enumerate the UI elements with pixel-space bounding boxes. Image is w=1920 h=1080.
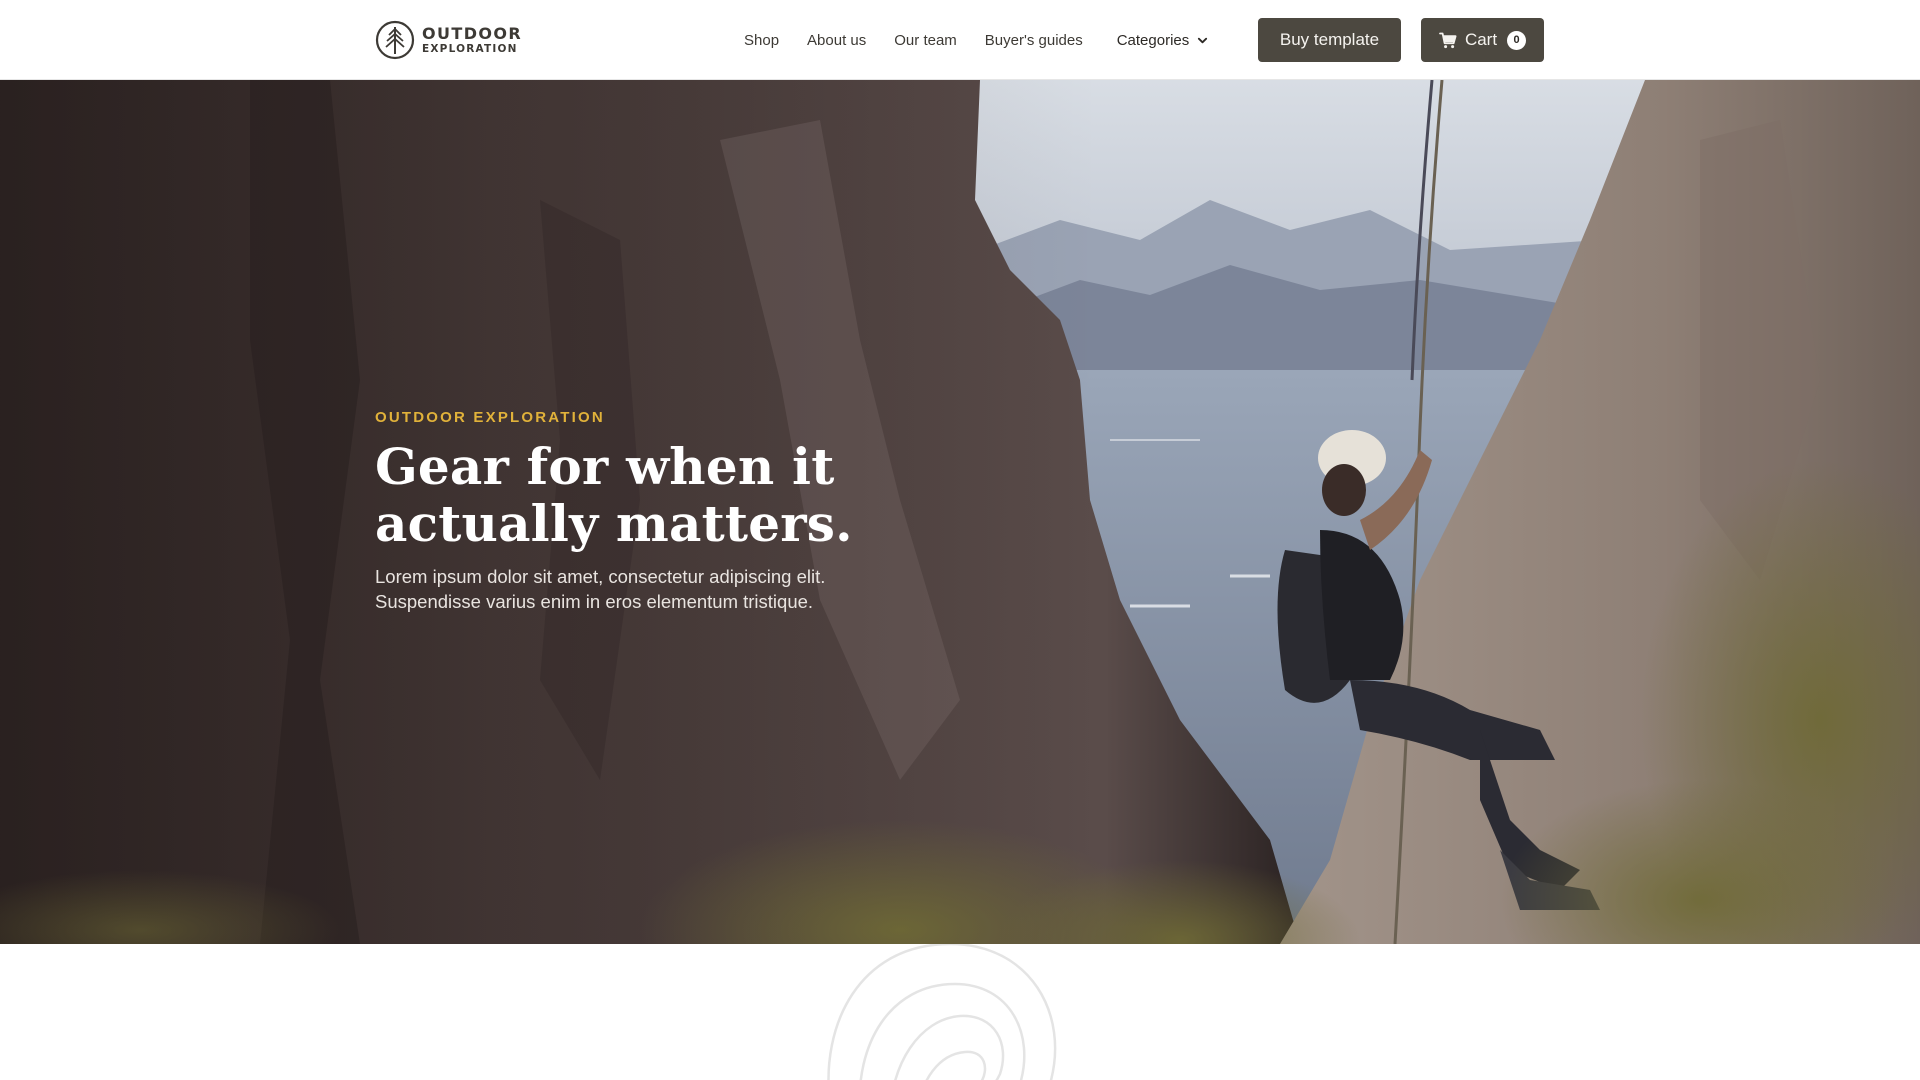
hero-eyebrow: OUTDOOR EXPLORATION <box>375 409 605 426</box>
next-section <box>0 944 1920 1080</box>
hero-background-image <box>0 80 1920 944</box>
logo-line-1: OUTDOOR <box>422 23 523 43</box>
logo-wordmark: OUTDOOR EXPLORATION <box>422 23 523 55</box>
nav-link-about-us[interactable]: About us <box>807 32 866 49</box>
buy-template-button[interactable]: Buy template <box>1258 18 1401 62</box>
hero-description: Lorem ipsum dolor sit amet, consectetur … <box>375 564 915 614</box>
hero-title-line-1: Gear for when it <box>375 437 835 496</box>
hero-title: Gear for when it actually matters. <box>375 438 935 552</box>
nav-link-our-team[interactable]: Our team <box>894 32 957 49</box>
categories-label: Categories <box>1116 31 1190 49</box>
cart-count-badge: 0 <box>1507 30 1527 50</box>
cart-label: Cart <box>1464 30 1498 49</box>
nav-link-buyers-guides[interactable]: Buyer's guides <box>985 32 1083 49</box>
topographic-lines-decoration <box>827 944 1057 1080</box>
hero-description-line-2: Suspendisse varius enim in eros elementu… <box>375 591 814 612</box>
tree-logo-icon <box>375 20 415 60</box>
main-navigation: Shop About us Our team Buyer's guides Ca… <box>744 0 1208 80</box>
logo-line-2: EXPLORATION <box>422 42 518 55</box>
hero-section: OUTDOOR EXPLORATION Gear for when it act… <box>0 80 1920 944</box>
hero-content: OUTDOOR EXPLORATION Gear for when it act… <box>375 409 935 614</box>
chevron-down-icon <box>1198 37 1208 43</box>
nav-link-shop[interactable]: Shop <box>744 32 779 49</box>
categories-dropdown[interactable]: Categories <box>1117 32 1209 49</box>
cart-icon <box>1439 32 1457 48</box>
cart-button[interactable]: Cart 0 <box>1421 18 1544 62</box>
hero-description-line-1: Lorem ipsum dolor sit amet, consectetur … <box>375 566 826 587</box>
brand-logo[interactable]: OUTDOOR EXPLORATION <box>375 19 522 61</box>
hero-title-line-2: actually matters. <box>375 494 853 553</box>
navbar: OUTDOOR EXPLORATION Shop About us Our te… <box>0 0 1920 80</box>
